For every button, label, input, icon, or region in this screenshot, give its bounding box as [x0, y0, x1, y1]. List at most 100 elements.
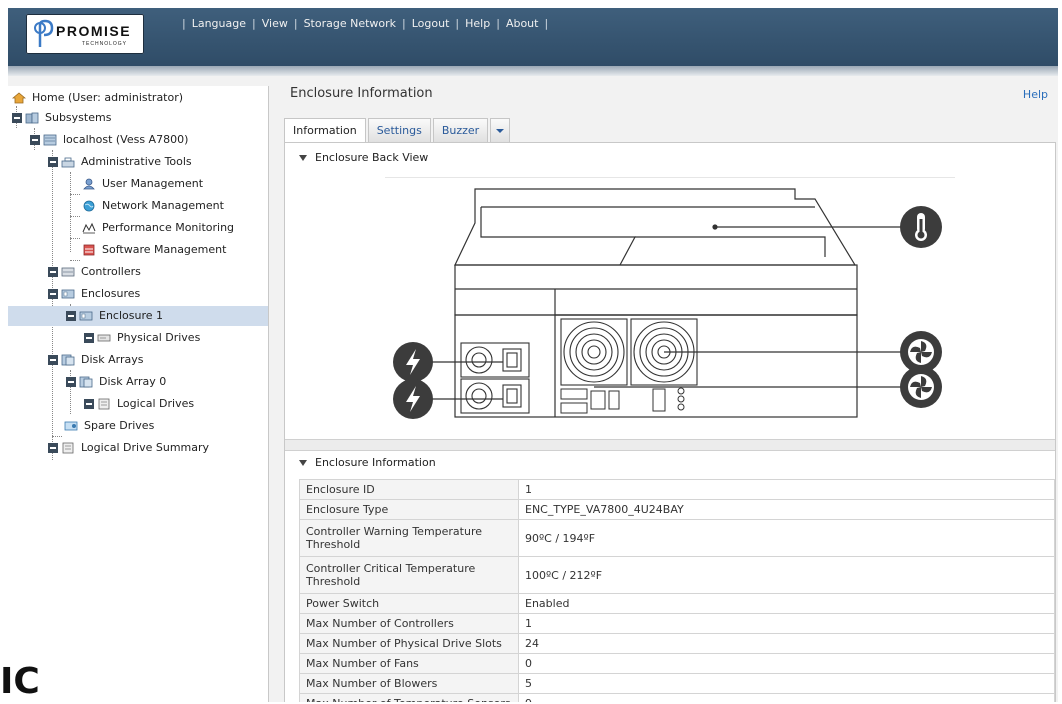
logical-drive-icon [98, 398, 110, 410]
info-section-header[interactable]: Enclosure Information [299, 456, 436, 469]
menu-view[interactable]: View [262, 17, 288, 30]
summary-icon [62, 442, 74, 454]
app-window: PROMISE TECHNOLOGY | Language | View | S… [8, 8, 1058, 702]
promise-logo-icon [34, 19, 54, 47]
disk-array-icon [61, 354, 75, 366]
tree-label-physical-drives: Physical Drives [117, 331, 201, 344]
controller-icon [61, 267, 75, 277]
collapse-icon[interactable] [48, 289, 58, 299]
row-value: 1 [518, 613, 1055, 634]
tree-label-software-management: Software Management [102, 243, 227, 256]
brand-sub: TECHNOLOGY [82, 41, 128, 47]
home-icon [12, 92, 26, 104]
collapse-triangle-icon [299, 155, 307, 161]
brand-name: PROMISE [56, 23, 132, 39]
tree-item-enclosures[interactable]: Enclosures [48, 284, 140, 304]
tree-label-enclosure-1: Enclosure 1 [99, 309, 164, 322]
help-link[interactable]: Help [1023, 88, 1048, 101]
tree-item-physical-drives[interactable]: Physical Drives [84, 328, 200, 348]
row-label: Max Number of Physical Drive Slots [299, 633, 519, 654]
enclosure-info-table: Enclosure ID 1 Enclosure Type ENC_TYPE_V… [299, 479, 1055, 702]
collapse-icon[interactable] [48, 157, 58, 167]
collapse-icon[interactable] [48, 355, 58, 365]
chart-icon [82, 222, 96, 234]
table-row: Max Number of Controllers 1 [299, 613, 1055, 634]
row-value: 24 [518, 633, 1055, 654]
table-row: Max Number of Fans 0 [299, 653, 1055, 674]
tree-item-home[interactable]: Home (User: administrator) [12, 88, 183, 108]
cropped-text-fragment: IC [0, 661, 40, 702]
table-row: Controller Critical Temperature Threshol… [299, 556, 1055, 594]
menu-storage-network[interactable]: Storage Network [304, 17, 396, 30]
top-bar: PROMISE TECHNOLOGY | Language | View | S… [8, 8, 1058, 76]
row-value: 1 [518, 479, 1055, 500]
tree-item-controllers[interactable]: Controllers [48, 262, 141, 282]
menu-help[interactable]: Help [465, 17, 490, 30]
row-value: 100ºC / 212ºF [518, 556, 1055, 594]
table-row: Controller Warning Temperature Threshold… [299, 519, 1055, 557]
tree-item-admin-tools[interactable]: Administrative Tools [48, 152, 192, 172]
tree-item-enclosure-1[interactable]: Enclosure 1 [8, 306, 268, 326]
tab-bar: Information Settings Buzzer [284, 118, 512, 142]
collapse-icon[interactable] [30, 135, 40, 145]
row-label: Enclosure Type [299, 499, 519, 520]
back-view-section-header[interactable]: Enclosure Back View [299, 151, 428, 164]
tree-label-controllers: Controllers [81, 265, 141, 278]
table-row: Max Number of Physical Drive Slots 24 [299, 633, 1055, 654]
collapse-icon[interactable] [48, 443, 58, 453]
menu-logout[interactable]: Logout [412, 17, 450, 30]
row-label: Controller Critical Temperature Threshol… [299, 556, 519, 594]
drive-icon [97, 334, 111, 342]
spare-drive-icon [64, 421, 78, 431]
tab-buzzer[interactable]: Buzzer [432, 118, 489, 142]
collapse-icon[interactable] [66, 377, 76, 387]
page-title: Enclosure Information [290, 86, 433, 101]
tree-item-logical-drive-summary[interactable]: Logical Drive Summary [48, 438, 209, 458]
collapse-icon[interactable] [48, 267, 58, 277]
enclosure-icon [61, 289, 75, 299]
collapse-icon[interactable] [66, 311, 76, 321]
row-value: 0 [518, 653, 1055, 674]
disk-array-icon [79, 376, 93, 388]
row-label: Max Number of Temperature Sensors [299, 693, 519, 702]
information-panel: Enclosure Back View Enclosure Informatio… [284, 142, 1056, 702]
row-label: Enclosure ID [299, 479, 519, 500]
tree-item-subsystems[interactable]: Subsystems [12, 108, 111, 128]
collapse-icon[interactable] [12, 113, 22, 123]
menu-language[interactable]: Language [192, 17, 246, 30]
tree-item-performance-monitoring[interactable]: Performance Monitoring [82, 218, 234, 238]
power-icon [393, 379, 433, 419]
tree-item-logical-drives[interactable]: Logical Drives [84, 394, 194, 414]
chassis-body [454, 264, 858, 418]
tree-item-software-management[interactable]: Software Management [82, 240, 226, 260]
tree-item-localhost[interactable]: localhost (Vess A7800) [30, 130, 188, 150]
table-row: Enclosure Type ENC_TYPE_VA7800_4U24BAY [299, 499, 1055, 520]
tab-information[interactable]: Information [284, 118, 366, 142]
tree-item-disk-array-0[interactable]: Disk Array 0 [66, 372, 166, 392]
enclosure-icon [79, 311, 93, 321]
tree-item-network-management[interactable]: Network Management [82, 196, 224, 216]
row-label: Max Number of Controllers [299, 613, 519, 634]
tree-label-enclosures: Enclosures [81, 287, 141, 300]
tree-label-home: Home (User: administrator) [32, 91, 184, 104]
table-row: Max Number of Temperature Sensors 9 [299, 693, 1055, 702]
tree-label-disk-array-0: Disk Array 0 [99, 375, 167, 388]
promise-logo[interactable]: PROMISE TECHNOLOGY [26, 14, 144, 54]
collapse-icon[interactable] [84, 333, 94, 343]
collapse-triangle-icon [299, 460, 307, 466]
software-icon [83, 244, 95, 256]
tree-item-disk-arrays[interactable]: Disk Arrays [48, 350, 143, 370]
tab-more-dropdown[interactable] [490, 118, 511, 142]
collapse-icon[interactable] [84, 399, 94, 409]
menu-about[interactable]: About [506, 17, 539, 30]
thermometer-icon [900, 206, 942, 248]
tree-item-spare-drives[interactable]: Spare Drives [64, 416, 154, 436]
row-value: 5 [518, 673, 1055, 694]
power-supply-units [460, 342, 530, 414]
tree-item-user-management[interactable]: User Management [82, 174, 203, 194]
tree-label-user-management: User Management [102, 177, 204, 190]
globe-icon [83, 200, 95, 212]
tab-settings[interactable]: Settings [367, 118, 431, 142]
tools-icon [61, 157, 75, 168]
row-label: Max Number of Fans [299, 653, 519, 674]
